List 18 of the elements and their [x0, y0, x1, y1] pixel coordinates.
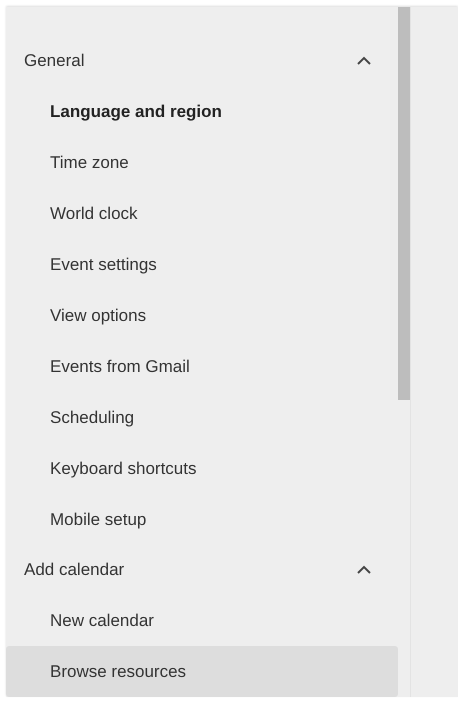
section-header[interactable]: General: [6, 36, 398, 86]
nav-item[interactable]: Mobile setup: [6, 494, 398, 545]
scrollbar-thumb[interactable]: [398, 7, 410, 400]
nav-item[interactable]: Event settings: [6, 239, 398, 290]
nav-item[interactable]: Events from Gmail: [6, 341, 398, 392]
chevron-up-icon[interactable]: [357, 56, 371, 66]
nav-item[interactable]: Language and region: [6, 86, 398, 137]
nav-item[interactable]: New calendar: [6, 595, 398, 646]
nav-item[interactable]: Keyboard shortcuts: [6, 443, 398, 494]
nav-item[interactable]: Scheduling: [6, 392, 398, 443]
nav-item[interactable]: View options: [6, 290, 398, 341]
nav-item[interactable]: Browse resources: [6, 646, 398, 697]
section-title: Add calendar: [24, 560, 124, 580]
nav-item[interactable]: World clock: [6, 188, 398, 239]
section-title: General: [24, 51, 84, 71]
nav-item[interactable]: Time zone: [6, 137, 398, 188]
section-header[interactable]: Add calendar: [6, 545, 398, 595]
chevron-up-icon[interactable]: [357, 565, 371, 575]
